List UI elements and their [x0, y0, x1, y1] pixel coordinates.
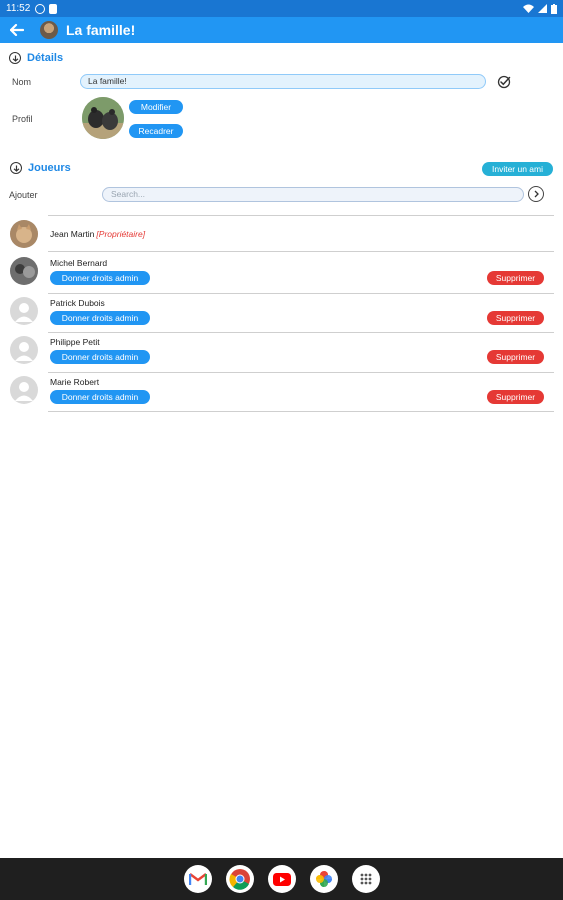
player-row: Michel Bernard Donner droits admin Supprim… [0, 254, 563, 294]
player-row: Marie Robert Donner droits admin Supprimer [0, 373, 563, 412]
search-input[interactable]: Search... [102, 187, 524, 202]
signal-icon [538, 4, 547, 13]
player-name: Michel Bernard [50, 258, 107, 268]
player-name-text: Michel Bernard [50, 258, 108, 268]
modify-button[interactable]: Modifier [129, 100, 183, 114]
grant-admin-button[interactable]: Donner droits admin [50, 390, 150, 404]
collapse-icon [10, 162, 22, 174]
player-avatar [10, 257, 38, 285]
player-name-text: Marie Robert [50, 377, 100, 387]
player-avatar [10, 297, 38, 325]
navigation-dock [0, 858, 563, 900]
player-name: Patrick Dubois [50, 298, 105, 308]
app-drawer-icon[interactable] [351, 865, 380, 893]
grant-admin-button[interactable]: Donner droits admin [50, 311, 150, 325]
divider [48, 411, 554, 412]
player-name: Philippe Petit [50, 337, 100, 347]
delete-button[interactable]: Supprimer [487, 390, 544, 404]
app-bar: La famille! [0, 17, 563, 43]
battery-icon [551, 3, 557, 14]
grant-admin-button[interactable]: Donner droits admin [50, 350, 150, 364]
player-row: Patrick Dubois Donner droits admin Supprim… [0, 294, 563, 333]
owner-tag: [Propriétaire] [96, 229, 146, 239]
photos-icon[interactable] [309, 865, 338, 893]
collapse-icon [9, 52, 21, 64]
chevron-right-icon [534, 190, 539, 198]
divider [48, 251, 554, 252]
players-section-header[interactable]: Joueurs [10, 162, 71, 174]
delete-button[interactable]: Supprimer [487, 350, 544, 364]
player-name: Jean Martin [Propriétaire] [50, 229, 145, 239]
player-avatar [10, 376, 38, 404]
divider [48, 215, 554, 216]
page-title: La famille! [66, 22, 136, 38]
delete-button[interactable]: Supprimer [487, 271, 544, 285]
details-heading: Détails [27, 52, 64, 64]
arrow-left-icon [10, 24, 24, 36]
checkmark-icon[interactable] [497, 75, 511, 89]
recrop-button[interactable]: Recadrer [129, 124, 183, 138]
player-name: Marie Robert [50, 377, 99, 387]
player-name-text: Jean Martin [50, 229, 95, 239]
status-time: 11:52 [6, 3, 31, 14]
gmail-icon[interactable] [183, 865, 212, 893]
players-heading: Joueurs [28, 162, 71, 174]
player-row: Jean Martin [Propriétaire] [0, 220, 563, 252]
status-bar: 11:52 [0, 0, 563, 17]
profile-label: Profil [12, 114, 33, 124]
name-label: Nom [12, 77, 32, 87]
wifi-icon [523, 4, 534, 13]
delete-button[interactable]: Supprimer [487, 311, 544, 325]
player-name-text: Philippe Petit [50, 337, 100, 347]
back-button[interactable] [8, 21, 26, 39]
add-label: Ajouter [9, 190, 38, 200]
youtube-icon[interactable] [267, 865, 296, 893]
invite-friend-button[interactable]: Inviter un ami [482, 162, 553, 176]
go-button[interactable] [528, 186, 544, 202]
group-avatar [40, 21, 58, 39]
player-row: Philippe Petit Donner droits admin Supprim… [0, 333, 563, 373]
player-name-text: Patrick Dubois [50, 298, 105, 308]
player-avatar [10, 220, 38, 248]
player-avatar [10, 336, 38, 364]
notification-icon [35, 3, 46, 14]
details-section-header[interactable]: Détails [9, 52, 63, 64]
name-field[interactable]: La famille! [80, 74, 486, 89]
chrome-icon[interactable] [225, 865, 254, 893]
grant-admin-button[interactable]: Donner droits admin [50, 271, 150, 285]
profile-image [82, 97, 124, 139]
sim-icon [49, 3, 58, 14]
